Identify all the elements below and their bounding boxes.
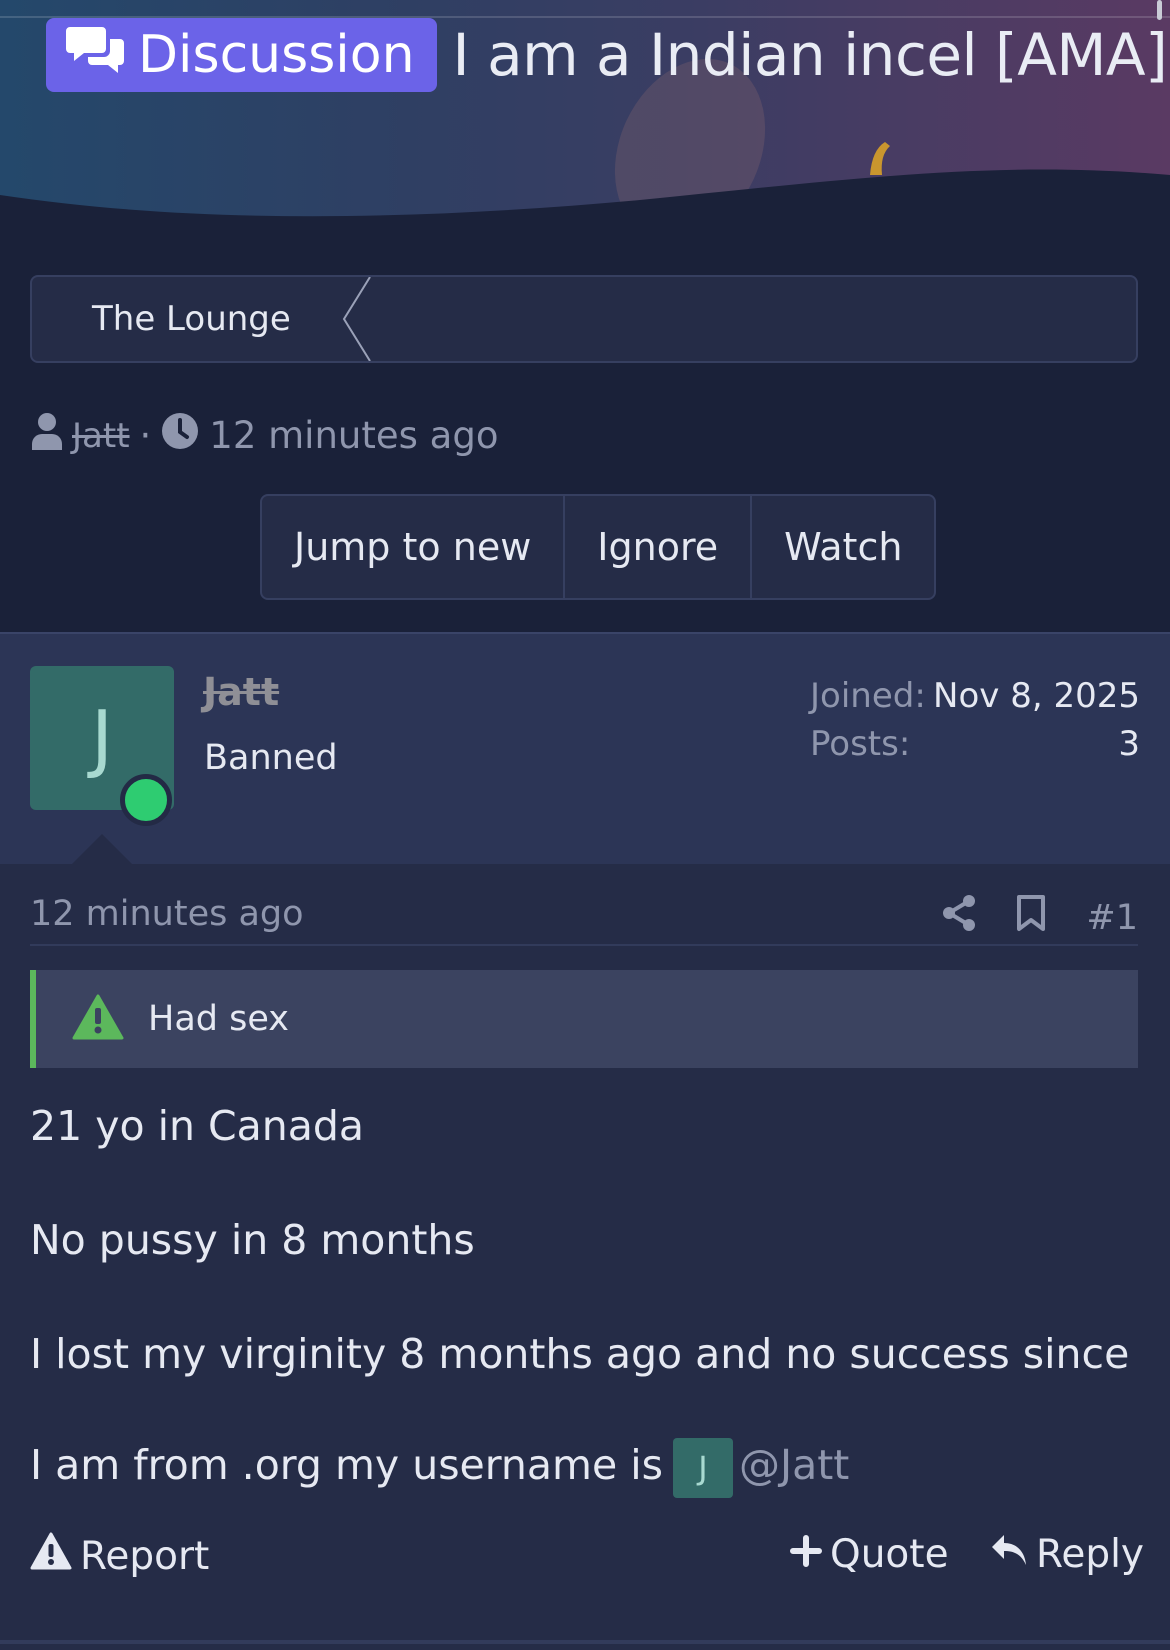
thread-button-group: Jump to new Ignore Watch <box>260 494 937 600</box>
post-notice: Had sex <box>30 970 1138 1068</box>
post-header: 12 minutes ago #1 <box>30 894 1138 946</box>
post-body-line: 21 yo in Canada <box>30 1102 365 1150</box>
post-body-line: No pussy in 8 months <box>30 1216 475 1264</box>
user-title: Banned <box>204 738 338 778</box>
clock-icon <box>161 412 199 459</box>
mention-avatar[interactable]: J <box>672 1438 733 1498</box>
thread-title: Discussion I am a Indian incel [AMA] <box>46 18 1168 92</box>
thread-meta: Jatt · 12 minutes ago <box>30 412 498 459</box>
ignore-button[interactable]: Ignore <box>563 496 750 598</box>
post-body-line-mention: I am from .org my username is J @Jatt <box>30 1438 849 1498</box>
watch-button[interactable]: Watch <box>750 496 934 598</box>
comments-icon <box>66 23 126 88</box>
warning-icon <box>72 994 124 1044</box>
post-divider <box>0 1640 1170 1644</box>
post-body-text: I am from .org my username is <box>30 1441 663 1489</box>
jump-to-new-button[interactable]: Jump to new <box>262 496 563 598</box>
posts-label: Posts: <box>810 724 911 764</box>
report-label: Report <box>80 1533 210 1579</box>
breadcrumb-item-forum[interactable]: The Lounge <box>92 277 291 361</box>
user-stats: Joined: Nov 8, 2025 Posts: 3 <box>810 676 1140 772</box>
breadcrumb: The Lounge <box>30 275 1138 363</box>
quote-label: Quote <box>830 1532 949 1577</box>
prefix-label: Discussion <box>138 25 415 85</box>
header-banner: Discussion I am a Indian incel [AMA] <box>0 0 1170 230</box>
warning-icon <box>30 1532 72 1580</box>
user-icon <box>30 412 64 459</box>
post-tools: #1 <box>942 894 1138 941</box>
breadcrumb-chevron-icon <box>342 277 371 361</box>
quote-button[interactable]: Quote <box>790 1532 949 1577</box>
meta-separator: · <box>139 414 152 457</box>
posts-value[interactable]: 3 <box>1118 724 1140 772</box>
notice-text: Had sex <box>148 999 289 1039</box>
post-time[interactable]: 12 minutes ago <box>30 894 304 934</box>
user-header-caret <box>72 834 132 864</box>
post-actions: Report Quote Reply <box>30 1532 1144 1592</box>
post: J Jatt Banned Joined: Nov 8, 2025 Posts:… <box>0 632 1170 1650</box>
bookmark-icon[interactable] <box>1016 894 1046 941</box>
page-title: I am a Indian incel [AMA] <box>452 21 1168 89</box>
post-username[interactable]: Jatt <box>203 670 279 714</box>
post-number-link[interactable]: #1 <box>1086 898 1138 938</box>
thread-time[interactable]: 12 minutes ago <box>209 414 498 457</box>
reply-button[interactable]: Reply <box>990 1532 1144 1577</box>
reply-icon <box>990 1532 1028 1577</box>
joined-label: Joined: <box>810 676 926 716</box>
joined-value: Nov 8, 2025 <box>933 676 1140 716</box>
prefix-badge[interactable]: Discussion <box>46 18 437 92</box>
thread-author-link[interactable]: Jatt <box>72 416 130 456</box>
user-mention-link[interactable]: @Jatt <box>739 1441 849 1489</box>
report-button[interactable]: Report <box>30 1532 209 1580</box>
online-status-indicator <box>120 774 172 826</box>
plus-icon <box>790 1532 822 1577</box>
scrollbar-thumb[interactable] <box>1157 0 1162 20</box>
post-user-header: J Jatt Banned Joined: Nov 8, 2025 Posts:… <box>0 632 1170 864</box>
post-body-line: I lost my virginity 8 months ago and no … <box>30 1330 1130 1378</box>
share-icon[interactable] <box>942 894 976 941</box>
reply-label: Reply <box>1036 1532 1145 1577</box>
